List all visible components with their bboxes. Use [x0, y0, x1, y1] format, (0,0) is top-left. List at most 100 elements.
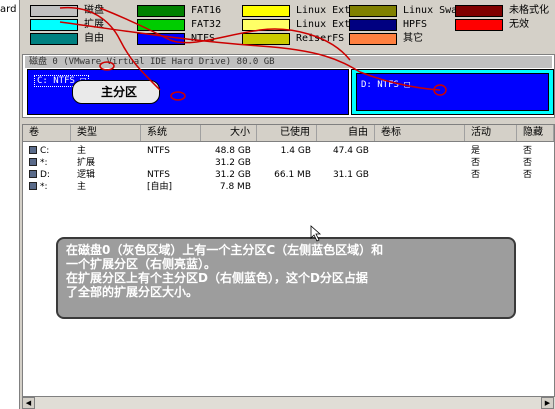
cell-system: [自由]: [147, 182, 173, 192]
cell-vol: *:: [29, 181, 69, 193]
legend-swatch: [455, 19, 503, 31]
table-row[interactable]: C: 主 NTFS 48.8 GB 1.4 GB 47.4 GB 是 否: [23, 145, 554, 157]
cell-used: 66.1 MB: [274, 170, 311, 180]
cell-free: 31.1 GB: [332, 170, 369, 180]
drive-icon: [29, 146, 37, 154]
legend-label: FAT32: [191, 19, 222, 30]
cell-free: [317, 157, 369, 169]
col-type-header[interactable]: 类型: [71, 125, 141, 141]
col-used-header[interactable]: 已使用: [257, 125, 317, 141]
table-row[interactable]: D: 逻辑 NTFS 31.2 GB 66.1 MB 31.1 GB 否 否: [23, 169, 554, 181]
cell-hidden: 否: [523, 170, 533, 180]
col-system-header[interactable]: 系统: [141, 125, 201, 141]
legend-label: Linux Ext2: [296, 5, 357, 16]
legend-label: 无效: [509, 19, 529, 30]
cell-active: 否: [471, 170, 481, 180]
cell-system: NTFS: [147, 146, 170, 156]
legend-swatch: [242, 33, 290, 45]
legend-label: HPFS: [403, 19, 428, 30]
left-panel-fragment: ard: [0, 4, 17, 15]
cell-type: 扩展: [77, 158, 96, 168]
col-label-header[interactable]: 卷标: [375, 125, 465, 141]
cell-system: [147, 157, 199, 169]
cell-vol: *:: [29, 157, 69, 169]
legend-swatch: [137, 19, 185, 31]
col-hidden-header[interactable]: 隐藏: [517, 125, 554, 141]
explanation-callout: 在磁盘0（灰色区域）上有一个主分区C（左侧蓝色区域）和 一个扩展分区（右侧亮蓝）…: [56, 237, 516, 319]
legend-label: NTFS: [191, 33, 216, 44]
volume-letter: C:: [40, 146, 50, 156]
cell-hidden: 否: [523, 146, 533, 156]
legend-swatch: [242, 5, 290, 17]
legend-swatch: [349, 33, 397, 45]
cell-type: 主: [77, 146, 87, 156]
legend-swatch: [30, 5, 78, 17]
legend-label: Linux Ext3: [296, 19, 357, 30]
legend-swatch: [30, 33, 78, 45]
cell-label: [381, 181, 461, 193]
horizontal-scrollbar[interactable]: ◀ ▶: [22, 396, 555, 409]
volume-letter: *:: [40, 182, 48, 192]
legend-swatch: [455, 5, 503, 17]
primary-partition-annotation: 主分区: [72, 80, 160, 104]
legend-swatch: [30, 19, 78, 31]
legend-label: 磁盘: [84, 5, 104, 16]
cell-active: [471, 181, 511, 193]
cell-active: 是: [471, 146, 481, 156]
cell-vol: D:: [29, 169, 69, 181]
col-volume-header[interactable]: 卷: [23, 125, 71, 141]
cell-hidden: [523, 181, 551, 193]
legend-label: ReiserFS: [296, 33, 345, 44]
extended-partition-block[interactable]: D: NTFS □: [351, 69, 554, 115]
volume-letter: D:: [40, 170, 50, 180]
cell-size: 48.8 GB: [214, 146, 251, 156]
legend-label: 未格式化: [509, 5, 549, 16]
arrow-right-icon[interactable]: ▶: [541, 397, 554, 409]
cell-used: [257, 157, 311, 169]
cell-label: [381, 145, 461, 157]
cell-type: 逻辑: [77, 170, 96, 180]
cell-used: [257, 181, 311, 193]
col-size-header[interactable]: 大小: [201, 125, 257, 141]
table-header: 卷 类型 系统 大小 已使用 自由 卷标 活动 隐藏: [23, 125, 554, 142]
cell-label: [381, 157, 461, 169]
cell-size: 31.2 GB: [214, 170, 251, 180]
cell-hidden: 否: [523, 158, 533, 168]
col-active-header[interactable]: 活动: [465, 125, 517, 141]
callout-line: 在扩展分区上有个主分区D（右侧蓝色），这个D分区占据: [66, 271, 368, 285]
cell-free: 47.4 GB: [332, 146, 369, 156]
left-panel-strip: ard: [0, 0, 20, 409]
cell-size: 7.8 MB: [219, 182, 251, 192]
cell-free: [317, 181, 369, 193]
legend-swatch: [137, 5, 185, 17]
cell-vol: C:: [29, 145, 69, 157]
legend-label: 扩展: [84, 19, 104, 30]
legend-swatch: [349, 5, 397, 17]
arrow-left-icon[interactable]: ◀: [22, 397, 35, 409]
legend-label: 自由: [84, 33, 104, 44]
legend-swatch: [349, 19, 397, 31]
cell-type: 主: [77, 182, 87, 192]
callout-line: 在磁盘0（灰色区域）上有一个主分区C（左侧蓝色区域）和: [66, 243, 384, 257]
drive-icon: [29, 182, 37, 190]
legend-panel: 磁盘 FAT16 Linux Ext2 Linux Swap 未格式化 扩展 FAT32 Li…: [22, 0, 555, 52]
legend-swatch: [242, 19, 290, 31]
legend-swatch: [137, 33, 185, 45]
cell-size: 31.2 GB: [214, 158, 251, 168]
table-row[interactable]: *: 扩展 31.2 GB 否 否: [23, 157, 554, 169]
cell-active: 否: [471, 158, 481, 168]
table-row[interactable]: *: 主 [自由] 7.8 MB: [23, 181, 554, 193]
cell-label: [381, 169, 461, 181]
legend-label: FAT16: [191, 5, 222, 16]
callout-line: 了全部的扩展分区大小。: [66, 285, 199, 299]
col-free-header[interactable]: 自由: [317, 125, 375, 141]
drive-icon: [29, 158, 37, 166]
partition-d-block[interactable]: D: NTFS □: [356, 73, 549, 111]
disk-header-label: 磁盘 0 (VMware Virtual IDE Hard Drive) 80.…: [29, 57, 275, 67]
partition-d-label: D: NTFS □: [361, 80, 410, 90]
cell-system: NTFS: [147, 170, 170, 180]
drive-icon: [29, 170, 37, 178]
disk-header-bar[interactable]: 磁盘 0 (VMware Virtual IDE Hard Drive) 80.…: [25, 56, 552, 68]
volume-letter: *:: [40, 158, 48, 168]
legend-label: 其它: [403, 33, 423, 44]
